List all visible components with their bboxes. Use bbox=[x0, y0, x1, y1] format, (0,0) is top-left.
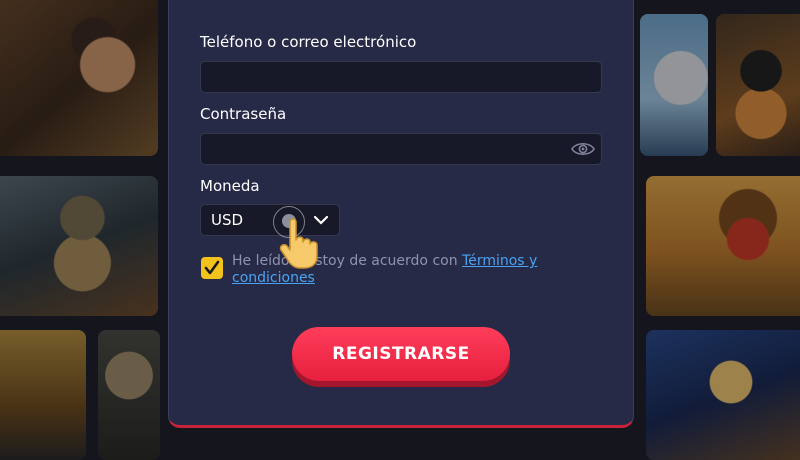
register-button[interactable]: REGISTRARSE bbox=[292, 327, 510, 381]
game-tile bbox=[0, 0, 158, 156]
terms-prefix: He leído y estoy de acuerdo con bbox=[232, 253, 463, 269]
game-tile bbox=[646, 176, 800, 316]
phone-email-label: Teléfono o correo electrónico bbox=[200, 33, 417, 51]
password-input[interactable] bbox=[200, 133, 602, 165]
phone-email-input[interactable] bbox=[200, 61, 602, 93]
check-icon bbox=[204, 260, 220, 275]
game-tile bbox=[646, 330, 800, 460]
currency-label: Moneda bbox=[200, 177, 260, 195]
game-tile bbox=[716, 14, 800, 156]
game-tile bbox=[98, 330, 160, 460]
terms-checkbox[interactable] bbox=[201, 257, 223, 279]
game-tile bbox=[0, 330, 86, 460]
password-label: Contraseña bbox=[200, 105, 287, 123]
game-tile bbox=[0, 176, 158, 316]
eye-icon[interactable] bbox=[571, 139, 595, 159]
currency-value: USD bbox=[211, 211, 244, 229]
game-tile bbox=[640, 14, 708, 156]
pointer-hand-icon bbox=[279, 218, 318, 269]
